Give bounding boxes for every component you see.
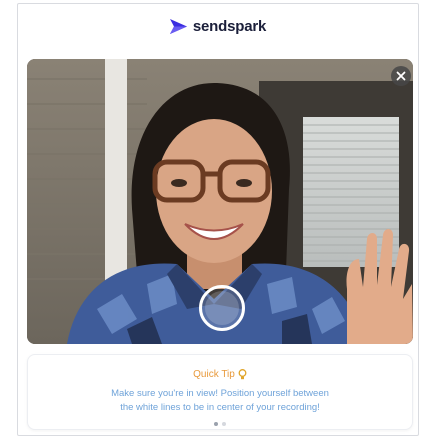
record-button[interactable] [199, 285, 245, 331]
pagination-dot-2[interactable] [222, 422, 226, 426]
quick-tip-line-2: the white lines to be in center of your … [120, 402, 320, 413]
quick-tip-title: Quick Tip [28, 369, 412, 380]
quick-tip-line-1: Make sure you're in view! Position yours… [111, 388, 329, 399]
brand-name: sendspark [192, 17, 267, 35]
lightbulb-icon [238, 369, 247, 380]
sendspark-logo-icon [169, 18, 187, 34]
pagination-dot-1[interactable] [214, 422, 218, 426]
quick-tip-title-text: Quick Tip [193, 369, 235, 380]
record-button-icon [205, 291, 239, 325]
camera-preview [27, 59, 413, 344]
recorder-panel: sendspark Quick Tip Make sure you're in … [17, 3, 419, 436]
close-button[interactable] [391, 66, 411, 86]
tip-pagination [28, 422, 412, 426]
quick-tip-card: Quick Tip Make sure you're in view! Posi… [27, 354, 413, 430]
close-icon [396, 71, 406, 81]
brand-header: sendspark [18, 14, 418, 38]
